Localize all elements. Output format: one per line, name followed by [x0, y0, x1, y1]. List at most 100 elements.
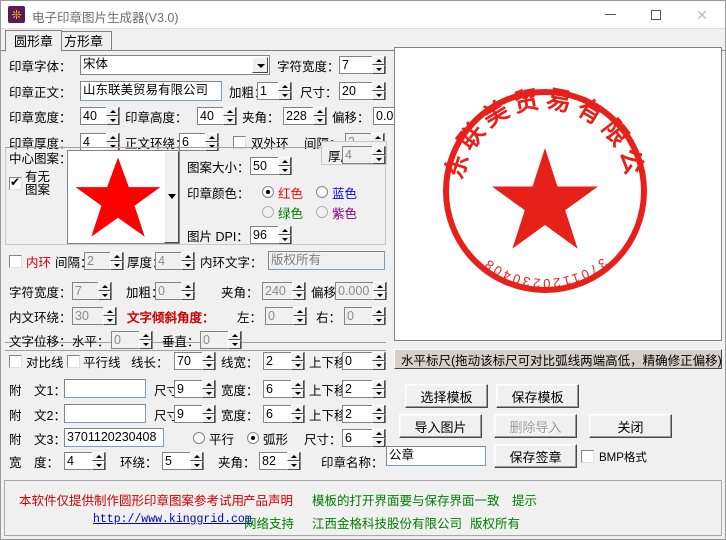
spin-up-icon[interactable] — [372, 429, 385, 438]
stamp-width-stepper[interactable]: 40 — [80, 107, 120, 125]
inner-angle-spin-buttons[interactable] — [292, 282, 305, 300]
spin-down-icon[interactable] — [291, 361, 304, 370]
slant-left-spin-buttons[interactable] — [293, 307, 306, 325]
spin-up-icon[interactable] — [98, 282, 111, 291]
shift-h-stepper[interactable]: 0 — [111, 331, 153, 349]
pattern-size-stepper[interactable]: 50 — [250, 157, 292, 175]
spin-up-icon[interactable] — [291, 380, 304, 389]
t3-angle-spin-buttons[interactable] — [287, 452, 300, 470]
spin-up-icon[interactable] — [372, 405, 385, 414]
line-width-stepper[interactable]: 2 — [263, 352, 305, 370]
t2-size-spin-buttons[interactable] — [202, 405, 215, 423]
t3-size-spin-buttons[interactable] — [372, 429, 385, 447]
has-pattern-checkbox[interactable] — [9, 175, 22, 190]
color-radio-blue[interactable] — [316, 186, 328, 198]
spin-up-icon[interactable] — [373, 282, 386, 291]
footer-website-link[interactable]: http://www.kinggrid.com — [93, 513, 252, 526]
body-text-input[interactable]: 山东联美贸易有限公司 — [80, 81, 222, 101]
spin-up-icon[interactable] — [110, 252, 123, 261]
t3-wrap-spin-buttons[interactable] — [190, 452, 203, 470]
extra-text-2-input[interactable] — [64, 404, 146, 423]
tab-circle-stamp[interactable]: 圆形章 — [5, 30, 63, 52]
spin-down-icon[interactable] — [372, 316, 385, 325]
angle-stepper[interactable]: 228 — [283, 107, 327, 125]
inner-offset-spin-buttons[interactable] — [373, 282, 386, 300]
spin-up-icon[interactable] — [372, 307, 385, 316]
spin-down-icon[interactable] — [373, 291, 386, 300]
select-template-button[interactable]: 选择模板 — [405, 384, 488, 408]
spin-down-icon[interactable] — [110, 261, 123, 270]
t3-thickness-spin-buttons[interactable] — [92, 452, 105, 470]
t1-updown-stepper[interactable]: 2 — [342, 380, 386, 398]
slant-right-stepper[interactable]: 0 — [344, 307, 386, 325]
contrast-line-checkbox[interactable] — [9, 355, 22, 368]
t3-wrap-stepper[interactable]: 5 — [162, 452, 204, 470]
spin-down-icon[interactable] — [228, 340, 241, 349]
footer-product-statement[interactable]: 产品声明 — [243, 490, 293, 509]
line-width-spin-buttons[interactable] — [291, 352, 304, 370]
inner-thickness-spin-buttons[interactable] — [181, 252, 194, 270]
spin-up-icon[interactable] — [190, 452, 203, 461]
spin-down-icon[interactable] — [287, 461, 300, 470]
spin-up-icon[interactable] — [106, 107, 119, 116]
maximize-button[interactable] — [633, 1, 679, 28]
font-combo[interactable]: 宋体 — [80, 55, 270, 75]
stamp-name-input[interactable]: 公章 — [386, 446, 486, 466]
inner-char-width-stepper[interactable]: 7 — [72, 282, 112, 300]
chevron-down-icon[interactable] — [252, 57, 268, 73]
inner-offset-stepper[interactable]: 0.000 — [335, 282, 387, 300]
bmp-format-checkbox[interactable] — [581, 450, 594, 463]
pattern-scroll-arrow[interactable] — [164, 151, 179, 243]
color-radio-purple[interactable] — [316, 206, 328, 218]
line-updown-spin-buttons[interactable] — [372, 352, 385, 370]
spin-down-icon[interactable] — [223, 116, 236, 125]
ring-thickness-stepper[interactable]: 4 — [342, 146, 386, 164]
shape-radio-parallel[interactable] — [193, 432, 205, 444]
spin-up-icon[interactable] — [205, 133, 218, 142]
bold-stepper[interactable]: 1 — [257, 82, 292, 100]
close-button-main[interactable]: 关闭 — [589, 414, 672, 438]
footer-network-support[interactable]: 网络支持 — [244, 513, 294, 532]
inner-gap-spin-buttons[interactable] — [110, 252, 123, 270]
t2-width-spin-buttons[interactable] — [291, 405, 304, 423]
spin-up-icon[interactable] — [181, 282, 194, 291]
size-stepper[interactable]: 20 — [339, 82, 386, 100]
footer-tip[interactable]: 提示 — [512, 490, 537, 509]
spin-down-icon[interactable] — [106, 116, 119, 125]
size-spin-buttons[interactable] — [372, 82, 385, 100]
inner-ring-checkbox[interactable] — [9, 255, 22, 268]
spin-down-icon[interactable] — [278, 91, 291, 100]
spin-up-icon[interactable] — [293, 307, 306, 316]
spin-down-icon[interactable] — [98, 291, 111, 300]
slant-right-spin-buttons[interactable] — [372, 307, 385, 325]
import-image-button[interactable]: 导入图片 — [399, 414, 482, 438]
spin-down-icon[interactable] — [372, 361, 385, 370]
save-stamp-button[interactable]: 保存签章 — [494, 444, 577, 468]
spin-up-icon[interactable] — [372, 146, 385, 155]
inner-thickness-stepper[interactable]: 4 — [155, 252, 195, 270]
angle-spin-buttons[interactable] — [313, 107, 326, 125]
inner-char-width-spin-buttons[interactable] — [98, 282, 111, 300]
spin-down-icon[interactable] — [372, 91, 385, 100]
spin-down-icon[interactable] — [291, 389, 304, 398]
inner-wrap-spin-buttons[interactable] — [103, 307, 116, 325]
t2-size-stepper[interactable]: 9 — [174, 405, 216, 423]
spin-up-icon[interactable] — [139, 331, 152, 340]
bold-spin-buttons[interactable] — [278, 82, 291, 100]
t1-width-stepper[interactable]: 6 — [263, 380, 305, 398]
spin-up-icon[interactable] — [287, 452, 300, 461]
spin-up-icon[interactable] — [202, 352, 215, 361]
t1-size-spin-buttons[interactable] — [202, 380, 215, 398]
t2-updown-spin-buttons[interactable] — [372, 405, 385, 423]
spin-down-icon[interactable] — [313, 116, 326, 125]
spin-down-icon[interactable] — [139, 340, 152, 349]
spin-up-icon[interactable] — [228, 331, 241, 340]
spin-up-icon[interactable] — [103, 307, 116, 316]
spin-up-icon[interactable] — [202, 405, 215, 414]
ring-thickness-spin-buttons[interactable] — [372, 146, 385, 164]
spin-up-icon[interactable] — [292, 282, 305, 291]
spin-up-icon[interactable] — [181, 252, 194, 261]
spin-down-icon[interactable] — [181, 291, 194, 300]
spin-up-icon[interactable] — [372, 82, 385, 91]
spin-up-icon[interactable] — [202, 380, 215, 389]
